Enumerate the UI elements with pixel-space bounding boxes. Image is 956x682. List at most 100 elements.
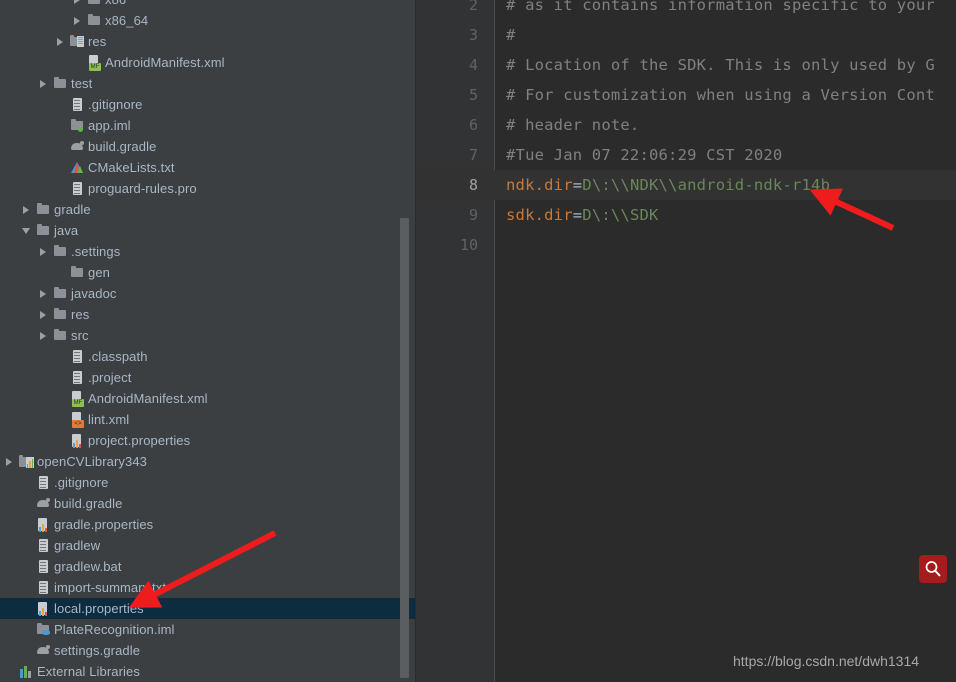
tree-item[interactable]: gradle.properties — [0, 514, 415, 535]
folder-icon — [53, 283, 67, 304]
editor-line[interactable]: 4 # Location of the SDK. This is only use… — [416, 50, 956, 80]
folder-icon — [36, 220, 50, 241]
tree-item[interactable]: app.iml — [0, 115, 415, 136]
code-segment: # header note. — [506, 116, 640, 134]
tree-item[interactable]: gen — [0, 262, 415, 283]
editor-line[interactable]: 7 #Tue Jan 07 22:06:29 CST 2020 — [416, 140, 956, 170]
tree-item[interactable]: java — [0, 220, 415, 241]
tree-item[interactable]: res — [0, 304, 415, 325]
tree-item[interactable]: project.properties — [0, 430, 415, 451]
chevron-down-icon[interactable] — [22, 220, 32, 241]
chevron-right-icon[interactable] — [74, 0, 83, 10]
tree-item[interactable]: .gitignore — [0, 472, 415, 493]
text-file-icon — [70, 178, 84, 199]
line-number: 6 — [468, 116, 478, 134]
chevron-right-icon[interactable] — [40, 73, 49, 94]
code-segment: = — [572, 176, 583, 194]
code-segment: sdk.dir — [506, 206, 573, 224]
folder-icon — [36, 199, 50, 220]
editor-line[interactable]: 6 # header note. — [416, 110, 956, 140]
project-tree-panel[interactable]: x86 x86_64res MF AndroidManifest.xml test .gi… — [0, 0, 415, 682]
tree-item-label: .classpath — [88, 349, 148, 364]
line-number: 9 — [468, 206, 478, 224]
tree-item[interactable]: PlateRecognition.iml — [0, 619, 415, 640]
watermark-url: https://blog.csdn.net/dwh1314 — [733, 653, 920, 669]
chevron-right-icon[interactable] — [23, 199, 32, 220]
resource-folder-icon — [70, 31, 84, 52]
tree-item[interactable]: import-summary.txt — [0, 577, 415, 598]
tree-item[interactable]: res — [0, 31, 415, 52]
tree-item-label: local.properties — [54, 601, 144, 616]
editor-line[interactable]: 9 sdk.dir=D\:\\SDK — [416, 200, 956, 230]
editor-line[interactable]: 2 # as it contains information specific t… — [416, 0, 956, 20]
editor-line[interactable]: 5 # For customization when using a Versio… — [416, 80, 956, 110]
text-file-icon — [36, 556, 50, 577]
code-editor[interactable]: 2 # as it contains information specific t… — [416, 0, 956, 682]
chevron-right-icon[interactable] — [6, 451, 15, 472]
editor-line[interactable]: 8 ndk.dir=D\:\\NDK\\android-ndk-r14b — [416, 170, 956, 200]
tree-item[interactable]: settings.gradle — [0, 640, 415, 661]
tree-item[interactable]: .project — [0, 367, 415, 388]
tree-item[interactable]: .settings — [0, 241, 415, 262]
chevron-right-icon[interactable] — [40, 325, 49, 346]
chevron-right-icon[interactable] — [74, 10, 83, 31]
line-content: sdk.dir=D\:\\SDK — [506, 200, 659, 230]
text-file-icon — [70, 367, 84, 388]
tree-item[interactable]: MF AndroidManifest.xml — [0, 388, 415, 409]
chevron-right-icon[interactable] — [40, 283, 49, 304]
editor-line[interactable]: 3 # — [416, 20, 956, 50]
tree-item[interactable]: x86_64 — [0, 10, 415, 31]
line-content: # header note. — [506, 110, 639, 140]
tree-item[interactable]: .classpath — [0, 346, 415, 367]
text-file-icon — [36, 577, 50, 598]
tree-item[interactable]: gradlew.bat — [0, 556, 415, 577]
tree-item-label: app.iml — [88, 118, 131, 133]
tree-item[interactable]: x86 — [0, 0, 415, 10]
code-segment: D\:\\NDK\\android-ndk-r14b — [582, 176, 831, 194]
search-icon[interactable] — [919, 555, 947, 583]
tree-item[interactable]: test — [0, 73, 415, 94]
tree-item[interactable]: build.gradle — [0, 493, 415, 514]
tree-item[interactable]: .gitignore — [0, 94, 415, 115]
tree-item-label: External Libraries — [37, 664, 140, 679]
code-segment: ndk.dir — [506, 176, 573, 194]
tree-item-label: gradle — [54, 202, 91, 217]
text-file-icon — [70, 94, 84, 115]
tree-item-label: res — [88, 34, 107, 49]
tree-item-label: .gitignore — [54, 475, 109, 490]
tree-item-label: .gitignore — [88, 97, 143, 112]
tree-item[interactable]: CMakeLists.txt — [0, 157, 415, 178]
line-number: 2 — [468, 0, 478, 14]
code-segment: #Tue Jan 07 22:06:29 CST 2020 — [506, 146, 783, 164]
tree-item[interactable]: src — [0, 325, 415, 346]
editor-line[interactable]: 10 — [416, 230, 956, 260]
editor-lines[interactable]: 2 # as it contains information specific t… — [416, 0, 956, 260]
project-tree-scrollbar-thumb[interactable] — [400, 218, 409, 678]
tree-item[interactable]: build.gradle — [0, 136, 415, 157]
cmake-file-icon — [70, 157, 84, 178]
chevron-right-icon[interactable] — [57, 31, 66, 52]
chevron-right-icon[interactable] — [40, 304, 49, 325]
tree-item[interactable]: External Libraries — [0, 661, 415, 682]
tree-item[interactable]: MF AndroidManifest.xml — [0, 52, 415, 73]
tree-item[interactable]: javadoc — [0, 283, 415, 304]
tree-item[interactable]: openCVLibrary343 — [0, 451, 415, 472]
tree-item[interactable]: <> lint.xml — [0, 409, 415, 430]
chevron-right-icon[interactable] — [40, 241, 49, 262]
project-tree-list[interactable]: x86 x86_64res MF AndroidManifest.xml test .gi… — [0, 0, 415, 682]
tree-item[interactable]: proguard-rules.pro — [0, 178, 415, 199]
tree-item[interactable]: gradlew — [0, 535, 415, 556]
tree-item[interactable]: local.properties — [0, 598, 415, 619]
xml-file-icon: <> — [70, 409, 84, 430]
line-content: ndk.dir=D\:\\NDK\\android-ndk-r14b — [506, 170, 830, 200]
tree-item[interactable]: gradle — [0, 199, 415, 220]
